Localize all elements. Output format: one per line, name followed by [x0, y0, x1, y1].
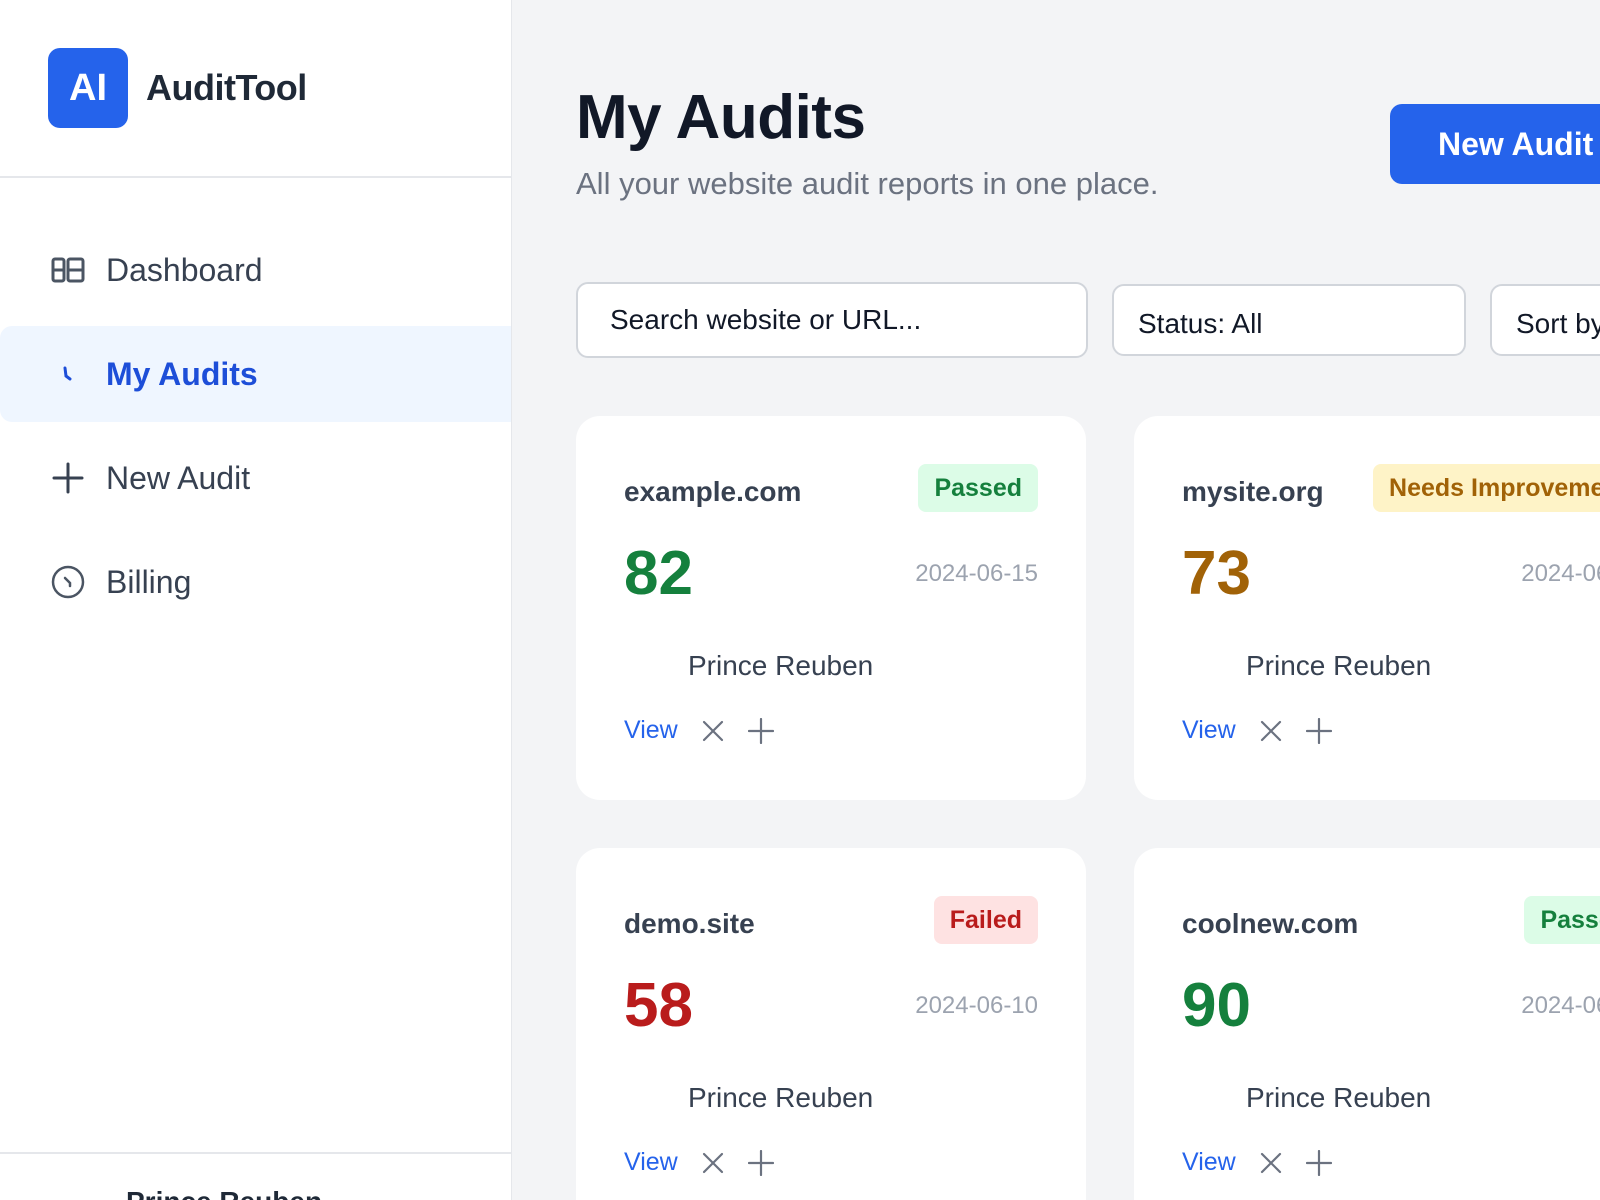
status-filter-select[interactable]: Status: All [1112, 284, 1466, 356]
audit-domain: coolnew.com [1182, 908, 1359, 939]
sort-select[interactable]: Sort by [1490, 284, 1600, 356]
logo: AI [48, 48, 128, 128]
sidebar-item-billing[interactable]: Billing [0, 534, 511, 630]
sidebar-item-label: Billing [106, 563, 192, 600]
audit-domain: demo.site [624, 908, 755, 939]
audit-owner: Prince Reuben [1246, 1082, 1432, 1113]
audit-card[interactable]: mysite.org Needs Improvement 73 2024-06-… [1134, 416, 1600, 800]
page-subtitle: All your website audit reports in one pl… [576, 166, 1159, 201]
card-actions: View [624, 716, 796, 745]
audit-date: 2024-06-10 [915, 992, 1038, 1019]
plus-icon[interactable] [1305, 717, 1332, 744]
audit-card[interactable]: demo.site Failed 58 2024-06-10 Prince Re… [576, 848, 1086, 1200]
sidebar-footer: Prince Reuben [0, 1152, 512, 1200]
user-name[interactable]: Prince Reuben [126, 1186, 322, 1200]
view-link[interactable]: View [624, 1148, 678, 1177]
audit-score: 58 [624, 971, 693, 1040]
plus-icon[interactable] [747, 717, 774, 744]
audit-owner: Prince Reuben [688, 1082, 874, 1113]
status-badge: Failed [933, 896, 1038, 944]
close-icon[interactable] [700, 1150, 726, 1176]
plus-icon[interactable] [747, 1149, 774, 1176]
audit-score: 90 [1182, 971, 1251, 1040]
plus-icon [50, 460, 86, 496]
sidebar-item-my-audits[interactable]: My Audits [0, 326, 511, 422]
audit-score: 73 [1182, 539, 1251, 608]
status-badge: Passed [918, 464, 1038, 512]
audit-domain: mysite.org [1182, 476, 1324, 507]
close-icon[interactable] [1258, 718, 1284, 744]
sidebar-item-dashboard[interactable]: Dashboard [0, 222, 511, 318]
dashboard-icon [50, 252, 86, 288]
sidebar-nav: Dashboard My Audits New Audit Billing [0, 222, 511, 630]
audit-date: 2024-06-15 [915, 560, 1038, 587]
view-link[interactable]: View [1182, 716, 1236, 745]
search-input[interactable] [576, 282, 1088, 358]
card-actions: View [1182, 716, 1354, 745]
audits-icon [50, 356, 86, 392]
close-icon[interactable] [700, 718, 726, 744]
status-badge: Needs Improvement [1373, 464, 1600, 512]
plus-icon[interactable] [1305, 1149, 1332, 1176]
view-link[interactable]: View [1182, 1148, 1236, 1177]
app-name: AuditTool [146, 67, 307, 108]
audit-owner: Prince Reuben [688, 650, 874, 681]
audit-card[interactable]: coolnew.com Passed 90 2024-06-08 Prince … [1134, 848, 1600, 1200]
new-audit-button[interactable]: New Audit [1390, 104, 1600, 184]
sidebar: AI AuditTool Dashboard My Audits New Aud… [0, 0, 512, 1200]
close-icon[interactable] [1258, 1150, 1284, 1176]
app-window: AI AuditTool Dashboard My Audits New Aud… [0, 0, 1600, 1200]
audit-date: 2024-06-08 [1521, 992, 1600, 1019]
audit-score: 82 [624, 539, 693, 608]
sidebar-item-label: Dashboard [106, 251, 263, 288]
audit-owner: Prince Reuben [1246, 650, 1432, 681]
status-badge: Passed [1524, 896, 1600, 944]
sidebar-item-label: My Audits [106, 355, 258, 392]
audit-domain: example.com [624, 476, 802, 507]
audit-date: 2024-06-12 [1521, 560, 1600, 587]
audit-card[interactable]: example.com Passed 82 2024-06-15 Prince … [576, 416, 1086, 800]
page-title: My Audits [576, 83, 866, 152]
billing-icon [50, 564, 86, 600]
view-link[interactable]: View [624, 716, 678, 745]
card-actions: View [1182, 1148, 1354, 1177]
brand: AI AuditTool [0, 0, 511, 178]
main-content: My Audits All your website audit reports… [512, 0, 1600, 1200]
sidebar-item-new-audit[interactable]: New Audit [0, 430, 511, 526]
card-actions: View [624, 1148, 796, 1177]
sidebar-item-label: New Audit [106, 459, 251, 496]
